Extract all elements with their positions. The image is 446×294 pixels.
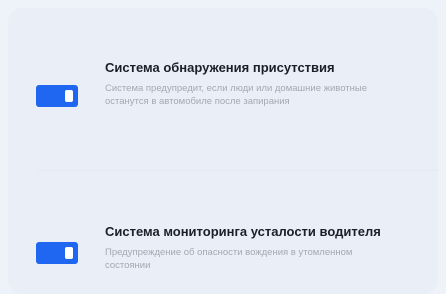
divider [38,170,438,171]
settings-panel: Система обнаружения присутствия Система … [8,8,438,294]
setting-description: Предупреждение об опасности вождения в у… [105,247,353,271]
toggle-knob [65,247,73,259]
toggle-knob [65,90,73,102]
setting-description: Система предупредит, если люди или домаш… [105,83,368,107]
setting-text: Система мониторинга усталости водителя П… [105,224,405,272]
setting-title: Система обнаружения присутствия [105,60,335,75]
presence-detection-toggle[interactable] [36,85,78,107]
setting-text: Система обнаружения присутствия Система … [105,60,405,108]
setting-title: Система мониторинга усталости водителя [105,224,381,239]
fatigue-monitoring-toggle[interactable] [36,242,78,264]
